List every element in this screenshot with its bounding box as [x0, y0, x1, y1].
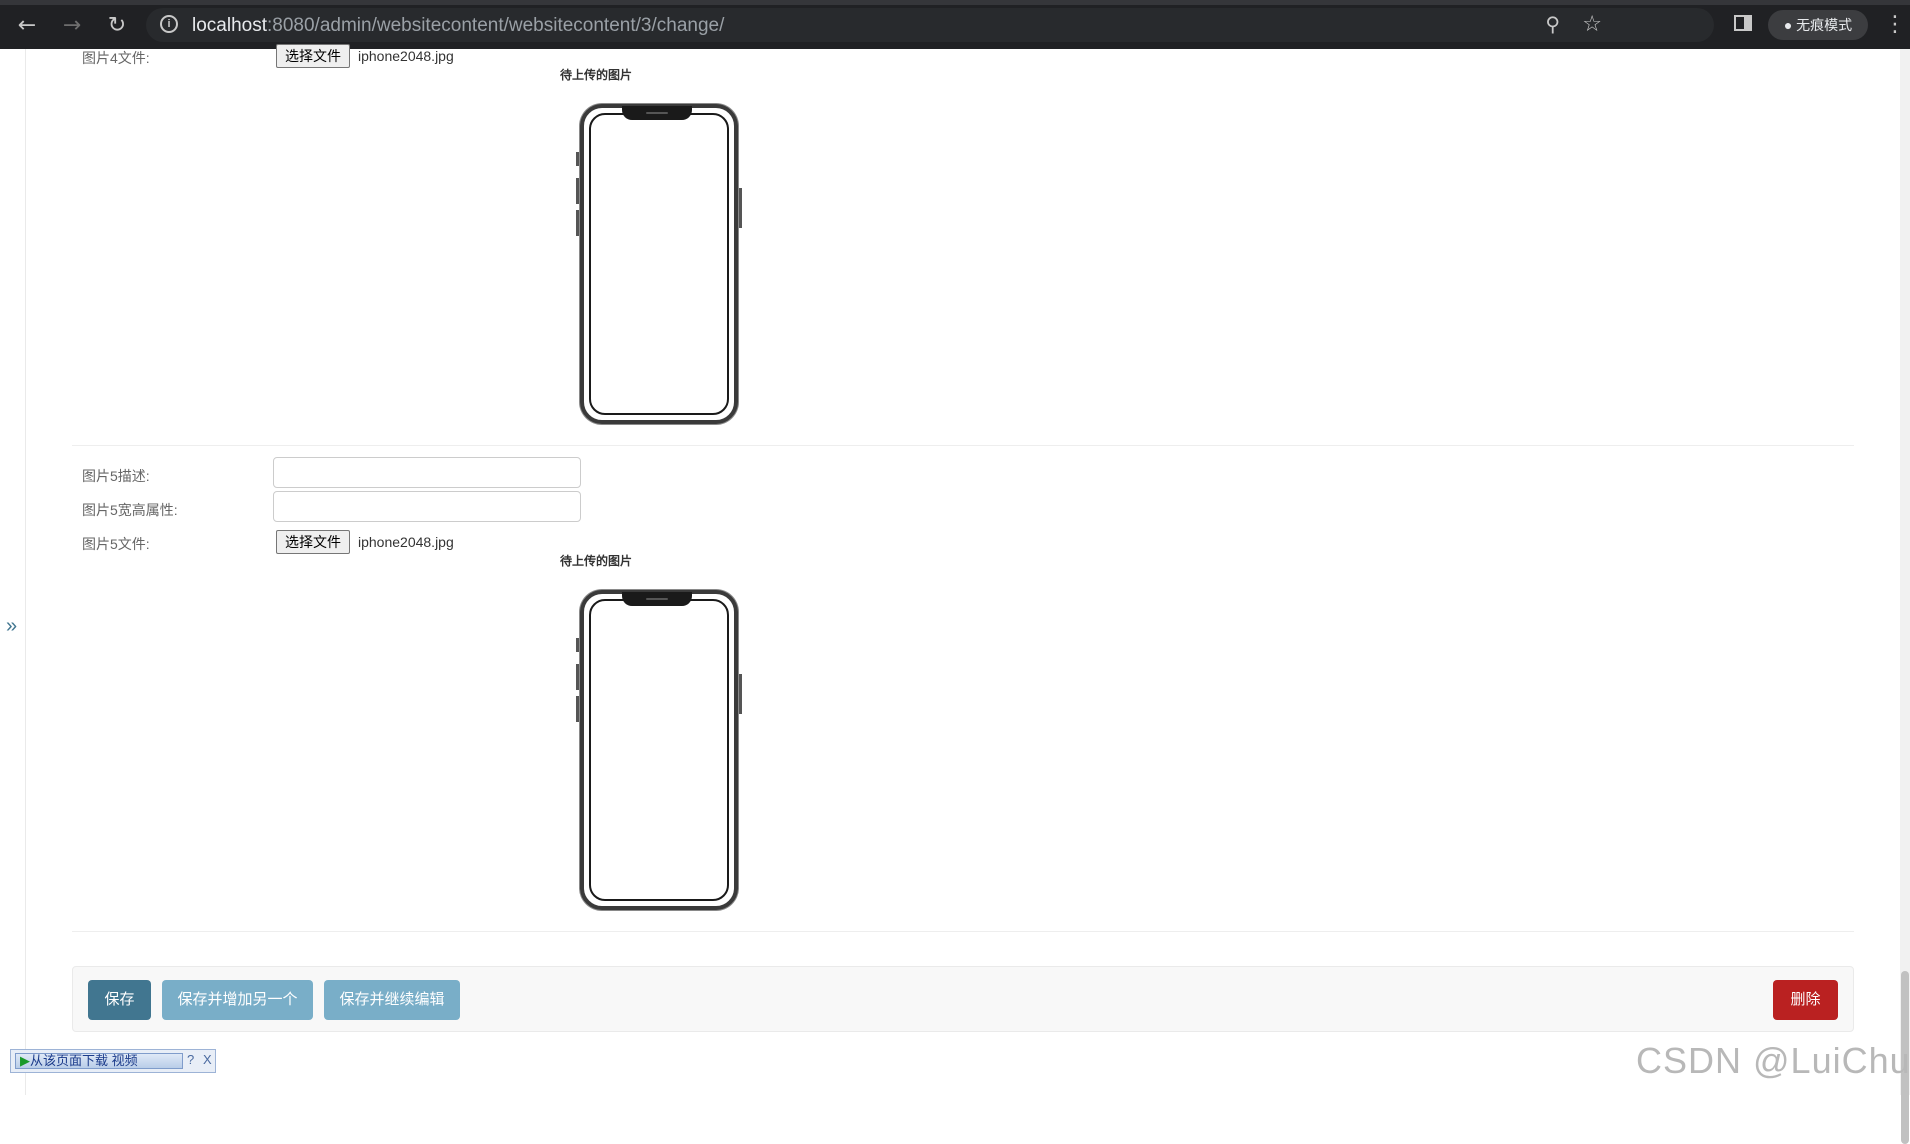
site-info-icon[interactable]: i	[160, 15, 178, 33]
url-host: localhost	[192, 15, 267, 36]
delete-button[interactable]: 删除	[1773, 980, 1838, 1020]
save-add-another-button[interactable]: 保存并增加另一个	[162, 980, 313, 1020]
image5-size-label: 图片5宽高属性:	[82, 502, 178, 518]
play-icon: ▶	[20, 1053, 30, 1068]
collapsed-nav-sidebar: »	[0, 49, 26, 1095]
image4-file-label: 图片4文件:	[82, 50, 150, 66]
reload-icon[interactable]: ↻	[103, 12, 131, 40]
fieldset-divider	[72, 445, 1854, 446]
close-icon[interactable]: X	[203, 1052, 212, 1067]
image4-choose-file-button[interactable]: 选择文件	[276, 44, 350, 68]
browser-menu-icon[interactable]: ⋮	[1884, 10, 1906, 38]
phone-notch	[622, 592, 692, 606]
phone-screen	[589, 599, 729, 901]
double-chevron-right-icon[interactable]: »	[6, 615, 17, 638]
image5-preview-caption: 待上传的图片	[560, 554, 633, 568]
save-continue-button[interactable]: 保存并继续编辑	[324, 980, 460, 1020]
address-bar[interactable]: i localhost:8080/admin/websitecontent/we…	[146, 8, 1714, 42]
incognito-badge[interactable]: ● 无痕模式	[1768, 10, 1868, 40]
phone-side-button	[576, 638, 579, 652]
image4-preview-caption: 待上传的图片	[560, 68, 633, 82]
phone-side-button	[739, 674, 742, 714]
image4-file-name: iphone2048.jpg	[358, 48, 454, 64]
image5-file-name: iphone2048.jpg	[358, 534, 454, 550]
url-path: :8080/admin/websitecontent/websiteconten…	[267, 15, 725, 36]
image5-desc-label: 图片5描述:	[82, 468, 150, 484]
phone-side-button	[576, 152, 579, 166]
incognito-icon: ●	[1783, 17, 1793, 33]
image5-size-input[interactable]	[273, 491, 581, 522]
download-video-button[interactable]: ▶从该页面下载 视频	[15, 1053, 183, 1069]
phone-side-button	[739, 188, 742, 228]
browser-toolbar: ← → ↻ i localhost:8080/admin/websitecont…	[0, 0, 1910, 49]
submit-row: 保存 保存并增加另一个 保存并继续编辑 删除	[72, 966, 1854, 1032]
download-video-label: 从该页面下载 视频	[30, 1053, 138, 1068]
url-text[interactable]: localhost:8080/admin/websitecontent/webs…	[192, 15, 724, 37]
zoom-out-icon[interactable]: ⚲	[1545, 12, 1560, 37]
help-icon[interactable]: ?	[187, 1052, 194, 1067]
phone-notch	[622, 106, 692, 120]
phone-side-button	[576, 210, 579, 236]
incognito-label: 无痕模式	[1796, 17, 1853, 33]
tab-strip-edge	[0, 0, 1910, 5]
image5-preview-image	[576, 590, 742, 910]
phone-screen	[589, 113, 729, 415]
side-panel-icon[interactable]	[1734, 15, 1752, 31]
image5-file-label: 图片5文件:	[82, 536, 150, 552]
bookmark-star-icon[interactable]: ☆	[1582, 11, 1602, 37]
forward-arrow-icon[interactable]: →	[58, 12, 86, 40]
phone-side-button	[576, 664, 579, 690]
phone-side-button	[576, 178, 579, 204]
video-download-toolbar: ▶从该页面下载 视频 ? X	[10, 1049, 216, 1073]
watermark-text: CSDN @LuiChun	[1636, 1040, 1910, 1081]
save-button[interactable]: 保存	[88, 980, 151, 1020]
image4-preview-image	[576, 104, 742, 424]
back-arrow-icon[interactable]: ←	[13, 12, 41, 40]
image5-desc-input[interactable]	[273, 457, 581, 488]
phone-side-button	[576, 696, 579, 722]
page-scrollbar[interactable]	[1900, 49, 1910, 1144]
fieldset-divider	[72, 931, 1854, 932]
image5-choose-file-button[interactable]: 选择文件	[276, 530, 350, 554]
